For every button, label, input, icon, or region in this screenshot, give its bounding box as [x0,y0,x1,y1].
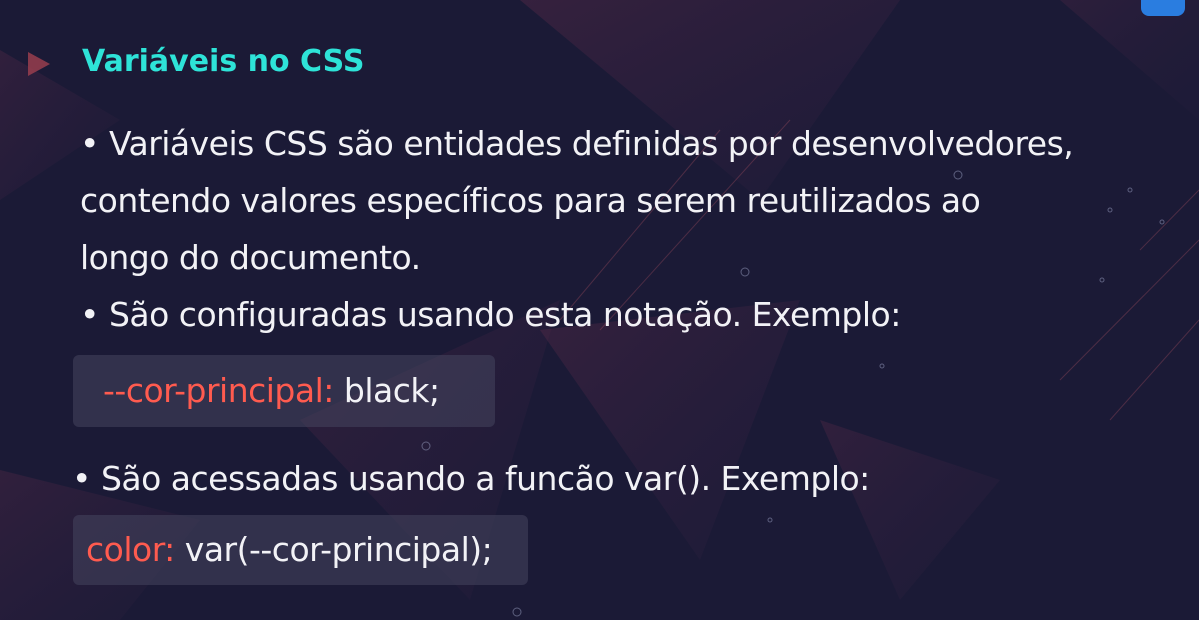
code-block-declaration: --cor-principal: black; [73,355,495,427]
slide-title: Variáveis no CSS [82,44,365,79]
bullet-3: • São acessadas usando a funcão var(). E… [72,459,870,498]
code-property: --cor-principal: [103,371,334,410]
code-block-usage: color: var(--cor-principal); [73,515,528,585]
code-value: black; [333,371,440,410]
cube-logo-icon [1141,0,1185,16]
bullet-1-line-1: • Variáveis CSS são entidades definidas … [80,124,1074,163]
bullet-2: • São configuradas usando esta notação. … [80,295,901,334]
code-value: var(--cor-principal); [174,530,493,569]
bullet-1-line-3: longo do documento. [80,238,421,277]
bullet-1-line-2: contendo valores específicos para serem … [80,181,981,220]
code-property: color: [86,530,175,569]
